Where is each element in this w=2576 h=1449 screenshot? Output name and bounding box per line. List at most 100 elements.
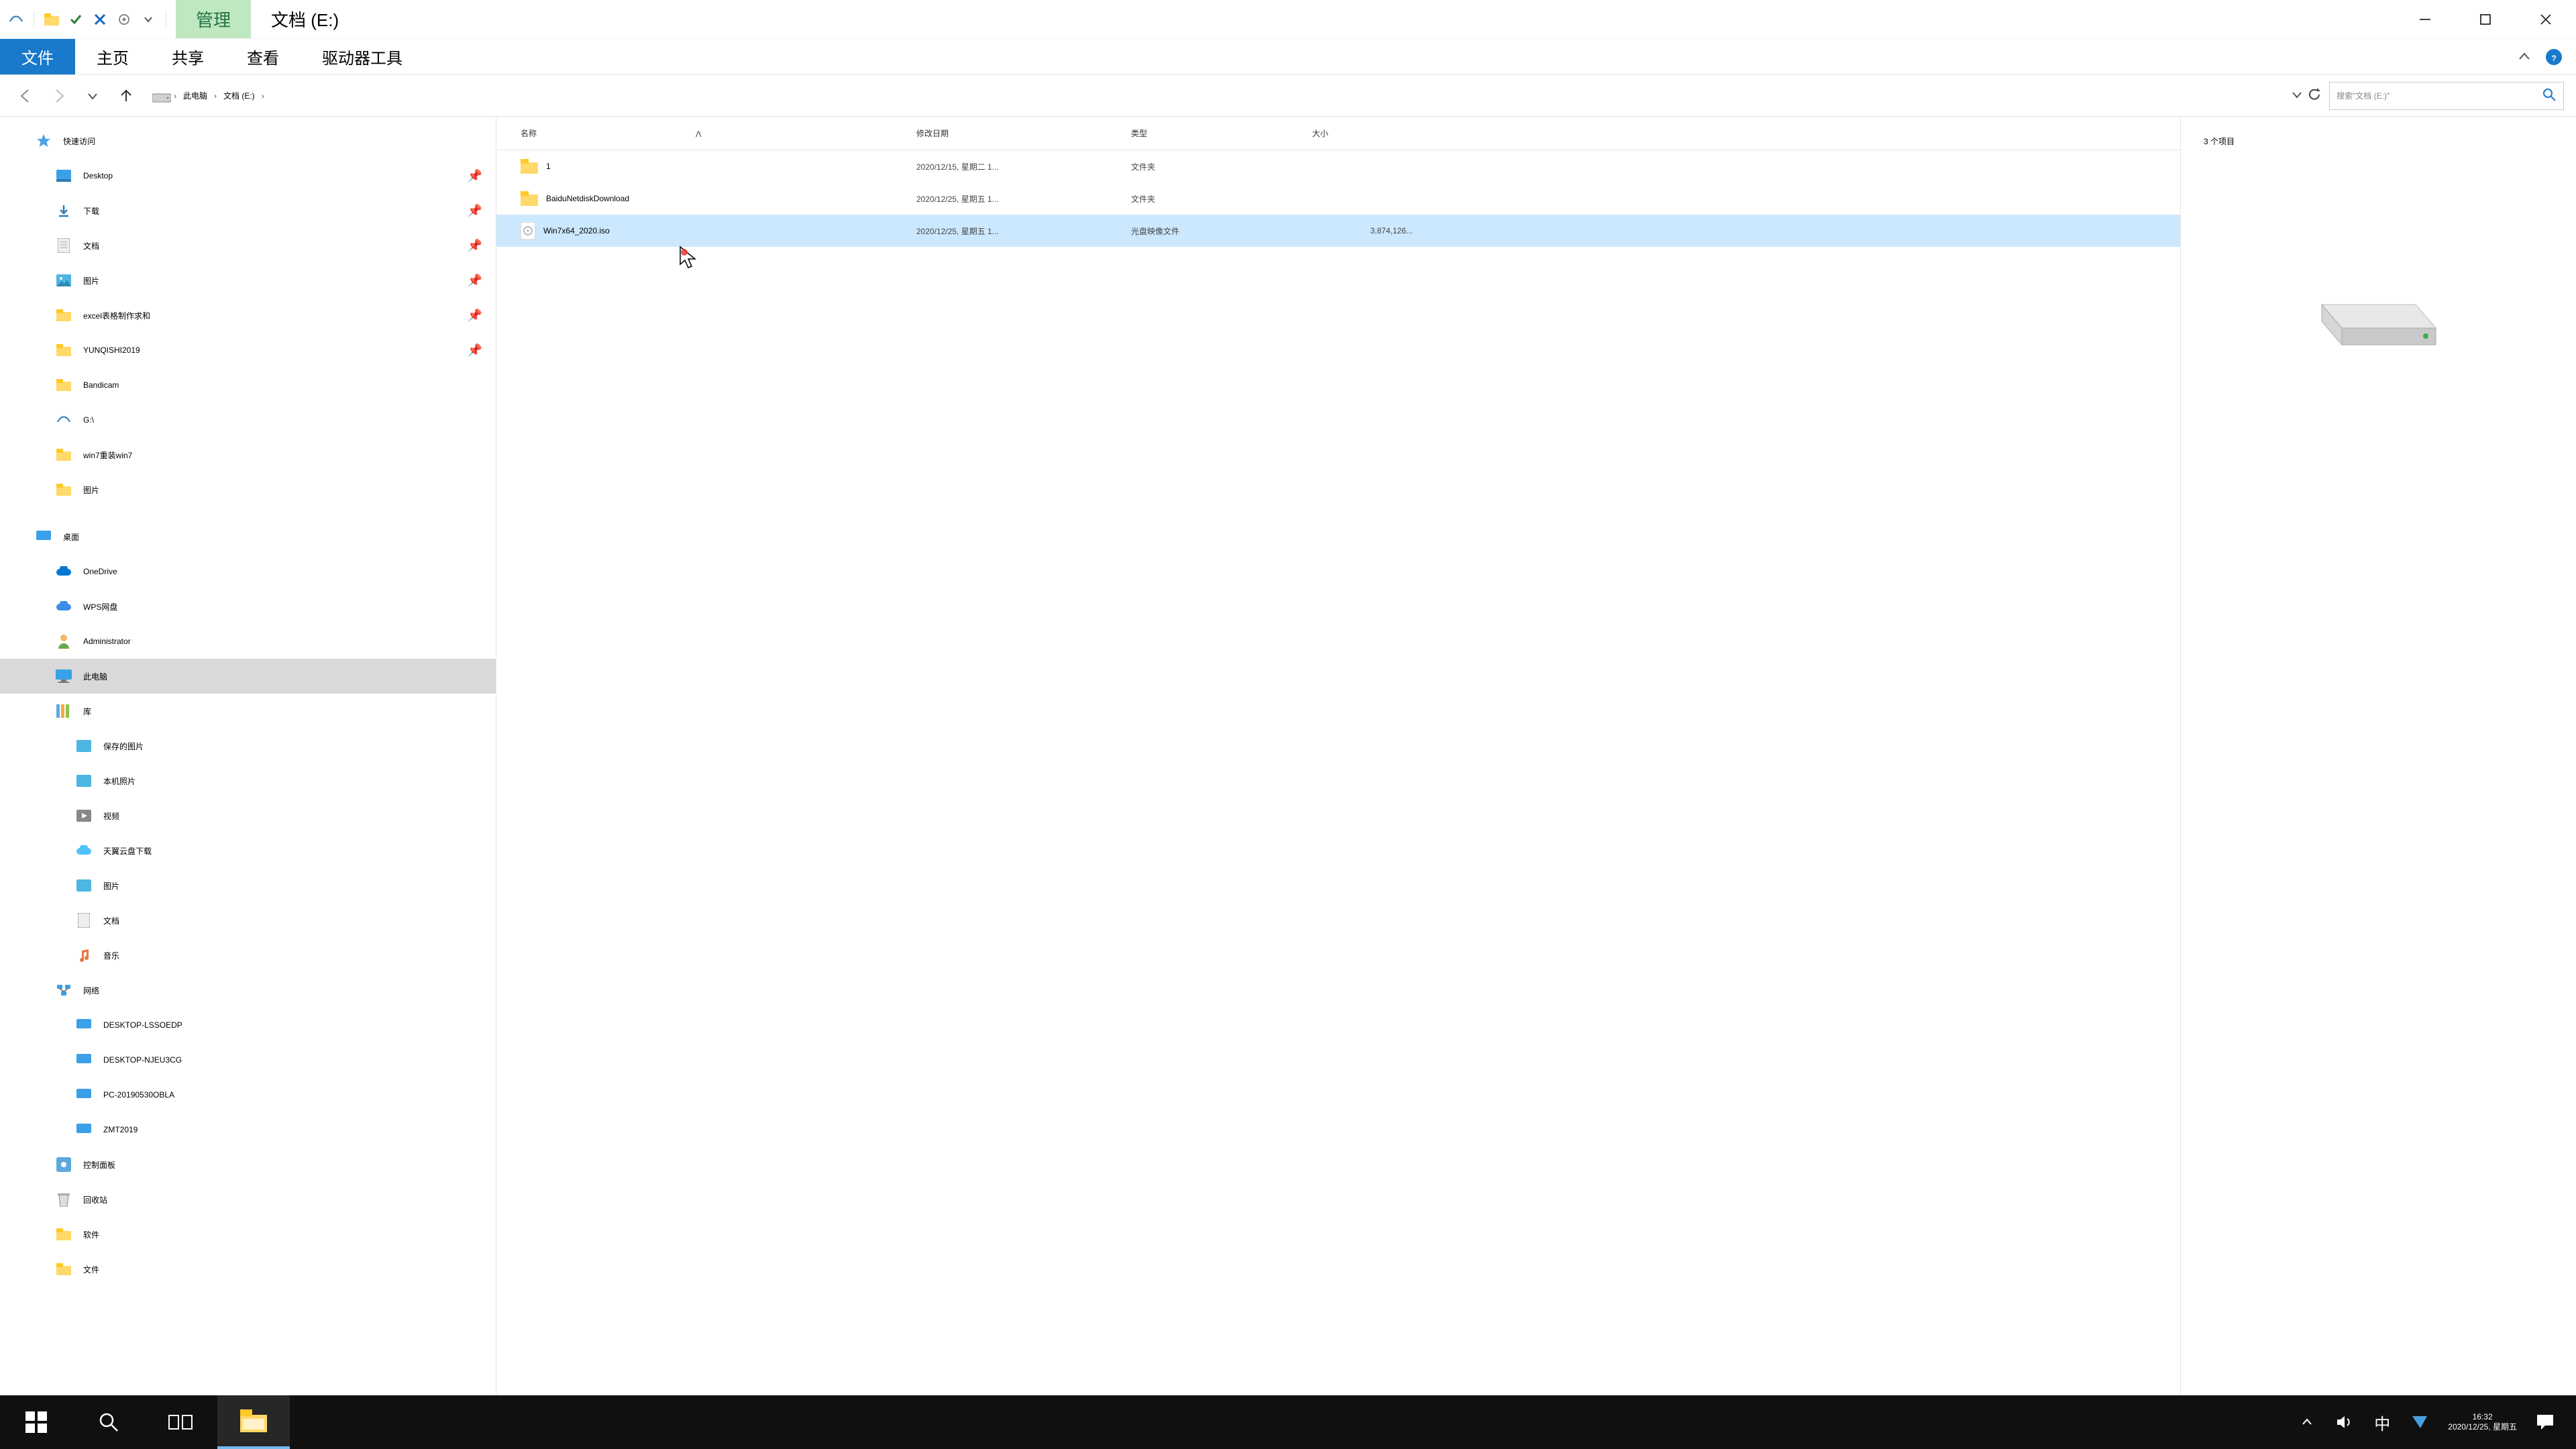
- tree-label: Desktop: [83, 171, 113, 180]
- start-button[interactable]: [0, 1395, 72, 1449]
- nav-up-button[interactable]: [113, 83, 140, 109]
- nav-back-button[interactable]: [12, 83, 39, 109]
- help-icon[interactable]: ?: [2544, 47, 2564, 67]
- navigation-pane[interactable]: 快速访问 Desktop📌 下载📌 文档📌 图片📌 excel表格制作求和📌 Y…: [0, 117, 496, 1413]
- drive-preview-icon: [2315, 281, 2443, 357]
- qat-gear-icon[interactable]: [115, 10, 133, 29]
- qat-dropdown-icon[interactable]: [139, 10, 158, 29]
- ime-indicator[interactable]: 中: [2373, 1413, 2392, 1432]
- action-center-icon[interactable]: [2536, 1413, 2555, 1432]
- tree-label: 文件: [83, 1264, 99, 1275]
- tree-music[interactable]: 音乐: [0, 938, 496, 973]
- system-tray[interactable]: 中 16:32 2020/12/25, 星期五: [2284, 1395, 2568, 1449]
- pictures-icon: [74, 875, 94, 896]
- computer-icon: [74, 1120, 94, 1140]
- breadcrumbs[interactable]: › 此电脑 › 文档 (E:) ›: [146, 84, 2285, 107]
- tree-yunqishi[interactable]: YUNQISHI2019📌: [0, 333, 496, 368]
- tree-this-pc[interactable]: 此电脑: [0, 659, 496, 694]
- folder-icon: [54, 375, 74, 395]
- tree-downloads[interactable]: 下载📌: [0, 193, 496, 228]
- ribbon-tab-share[interactable]: 共享: [150, 39, 225, 74]
- tree-pictures3[interactable]: 图片: [0, 868, 496, 903]
- tree-documents[interactable]: 文档📌: [0, 228, 496, 263]
- file-date: 2020/12/25, 星期五 1...: [916, 193, 1131, 205]
- crumb-current[interactable]: 文档 (E:): [219, 87, 259, 104]
- nav-forward-button[interactable]: [46, 83, 72, 109]
- tree-files[interactable]: 文件: [0, 1252, 496, 1287]
- tree-pc2[interactable]: DESKTOP-NJEU3CG: [0, 1042, 496, 1077]
- column-name[interactable]: 名称˄: [521, 127, 916, 139]
- taskbar[interactable]: 中 16:32 2020/12/25, 星期五: [0, 1395, 2576, 1449]
- qat-check-icon[interactable]: [66, 10, 85, 29]
- tree-recycle-bin[interactable]: 回收站: [0, 1182, 496, 1217]
- tree-saved-pictures[interactable]: 保存的图片: [0, 729, 496, 763]
- ribbon-tab-file[interactable]: 文件: [0, 39, 75, 74]
- search-placeholder: 搜索"文档 (E:)": [2337, 90, 2390, 101]
- tree-desktop[interactable]: Desktop📌: [0, 158, 496, 193]
- ribbon-tab-view[interactable]: 查看: [225, 39, 301, 74]
- tree-quick-access[interactable]: 快速访问: [0, 123, 496, 158]
- ribbon-tab-drive-tools[interactable]: 驱动器工具: [301, 39, 424, 74]
- chevron-right-icon[interactable]: ›: [262, 91, 264, 101]
- tree-pc4[interactable]: ZMT2019: [0, 1112, 496, 1147]
- tree-network[interactable]: 网络: [0, 973, 496, 1008]
- tree-videos[interactable]: 视频: [0, 798, 496, 833]
- computer-icon: [74, 1050, 94, 1070]
- document-icon: [54, 235, 74, 256]
- refresh-icon[interactable]: [2306, 87, 2322, 105]
- tree-win7[interactable]: win7重装win7: [0, 437, 496, 472]
- tray-app-icon[interactable]: [2410, 1413, 2429, 1432]
- task-view-button[interactable]: [145, 1395, 217, 1449]
- qat-folder-icon[interactable]: [42, 10, 61, 29]
- tree-pictures2[interactable]: 图片: [0, 472, 496, 507]
- taskbar-clock[interactable]: 16:32 2020/12/25, 星期五: [2448, 1412, 2517, 1432]
- tree-desktop-group[interactable]: 桌面: [0, 519, 496, 554]
- tree-gdrive[interactable]: G:\: [0, 402, 496, 437]
- ribbon-tab-home[interactable]: 主页: [75, 39, 150, 74]
- address-dropdown-icon[interactable]: [2292, 89, 2302, 102]
- ribbon-expand-icon[interactable]: [2514, 47, 2534, 67]
- tree-library[interactable]: 库: [0, 694, 496, 729]
- search-button[interactable]: [72, 1395, 145, 1449]
- nav-history-dropdown[interactable]: [79, 83, 106, 109]
- tree-camera-roll[interactable]: 本机照片: [0, 763, 496, 798]
- search-input[interactable]: 搜索"文档 (E:)": [2329, 82, 2564, 110]
- tree-pc3[interactable]: PC-20190530OBLA: [0, 1077, 496, 1112]
- column-date[interactable]: 修改日期: [916, 127, 1131, 139]
- tree-admin[interactable]: Administrator: [0, 624, 496, 659]
- show-desktop-button[interactable]: [2568, 1395, 2576, 1449]
- tree-bandicam[interactable]: Bandicam: [0, 368, 496, 402]
- tree-software[interactable]: 软件: [0, 1217, 496, 1252]
- chevron-right-icon[interactable]: ›: [214, 91, 217, 101]
- contextual-tab[interactable]: 管理: [176, 0, 251, 38]
- qat-app-icon[interactable]: [7, 10, 25, 29]
- tree-wps[interactable]: WPS网盘: [0, 589, 496, 624]
- tree-onedrive[interactable]: OneDrive: [0, 554, 496, 589]
- file-row[interactable]: Win7x64_2020.iso 2020/12/25, 星期五 1... 光盘…: [496, 215, 2180, 247]
- crumb-root[interactable]: 此电脑: [179, 87, 211, 104]
- chevron-right-icon[interactable]: ›: [174, 91, 176, 101]
- search-icon[interactable]: [2542, 87, 2557, 104]
- tree-pc1[interactable]: DESKTOP-LSSOEDP: [0, 1008, 496, 1042]
- tree-control-panel[interactable]: 控制面板: [0, 1147, 496, 1182]
- minimize-button[interactable]: [2395, 0, 2455, 38]
- tree-pictures[interactable]: 图片📌: [0, 263, 496, 298]
- tree-documents2[interactable]: 文档: [0, 903, 496, 938]
- close-button[interactable]: [2516, 0, 2576, 38]
- title-location: 文档 (E:): [251, 0, 359, 38]
- maximize-button[interactable]: [2455, 0, 2516, 38]
- tree-tianyi[interactable]: 天翼云盘下载: [0, 833, 496, 868]
- column-size[interactable]: 大小: [1312, 127, 1426, 139]
- column-type[interactable]: 类型: [1131, 127, 1312, 139]
- file-row[interactable]: 1 2020/12/15, 星期二 1... 文件夹: [496, 150, 2180, 182]
- column-headers[interactable]: 名称˄ 修改日期 类型 大小: [496, 117, 2180, 150]
- qat-close-icon[interactable]: [91, 10, 109, 29]
- file-date: 2020/12/15, 星期二 1...: [916, 161, 1131, 172]
- volume-icon[interactable]: [2335, 1413, 2354, 1432]
- taskbar-explorer[interactable]: [217, 1395, 290, 1449]
- file-type: 文件夹: [1131, 193, 1312, 205]
- tree-excel-folder[interactable]: excel表格制作求和📌: [0, 298, 496, 333]
- tray-overflow-icon[interactable]: [2298, 1413, 2316, 1432]
- file-row[interactable]: BaiduNetdiskDownload 2020/12/25, 星期五 1..…: [496, 182, 2180, 215]
- tree-label: 视频: [103, 810, 119, 822]
